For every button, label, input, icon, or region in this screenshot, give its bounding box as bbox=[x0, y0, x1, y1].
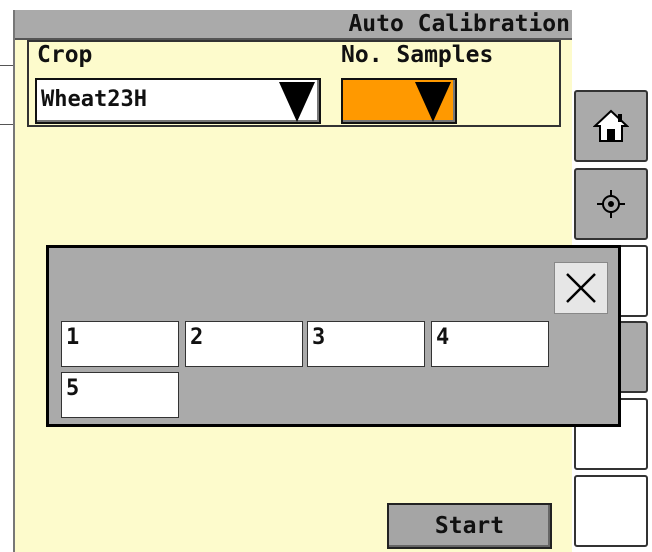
samples-dropdown[interactable] bbox=[341, 78, 457, 124]
home-icon bbox=[593, 109, 629, 142]
target-icon bbox=[597, 190, 625, 218]
close-button[interactable] bbox=[554, 262, 608, 314]
crop-label: Crop bbox=[37, 42, 93, 68]
samples-label: No. Samples bbox=[341, 42, 494, 68]
chevron-down-icon bbox=[279, 82, 315, 122]
crop-dropdown-value: Wheat23H bbox=[41, 87, 147, 112]
title-bar: Auto Calibration bbox=[15, 10, 572, 40]
sample-option-5[interactable]: 5 bbox=[61, 372, 179, 418]
side-button-6[interactable] bbox=[574, 475, 648, 547]
sample-option-label: 2 bbox=[190, 325, 204, 350]
close-icon bbox=[566, 273, 596, 303]
sample-option-3[interactable]: 3 bbox=[307, 321, 425, 367]
sample-option-label: 3 bbox=[312, 325, 326, 350]
home-button[interactable] bbox=[574, 90, 648, 162]
sample-option-1[interactable]: 1 bbox=[61, 321, 179, 367]
sample-option-label: 1 bbox=[66, 325, 80, 350]
edge-tick bbox=[0, 124, 13, 125]
chevron-down-icon bbox=[415, 82, 451, 122]
edge-tick bbox=[0, 65, 13, 66]
samples-popup: 1 2 3 4 5 bbox=[46, 245, 621, 427]
sample-option-4[interactable]: 4 bbox=[431, 321, 549, 367]
sample-option-label: 5 bbox=[66, 376, 80, 401]
crop-dropdown[interactable]: Wheat23H bbox=[35, 78, 321, 124]
start-button[interactable]: Start bbox=[387, 503, 552, 549]
sample-option-label: 4 bbox=[436, 325, 450, 350]
sample-option-2[interactable]: 2 bbox=[185, 321, 303, 367]
crop-settings-panel: Crop No. Samples Wheat23H bbox=[27, 40, 561, 127]
locate-button[interactable] bbox=[574, 168, 648, 240]
page-title: Auto Calibration bbox=[348, 11, 570, 37]
